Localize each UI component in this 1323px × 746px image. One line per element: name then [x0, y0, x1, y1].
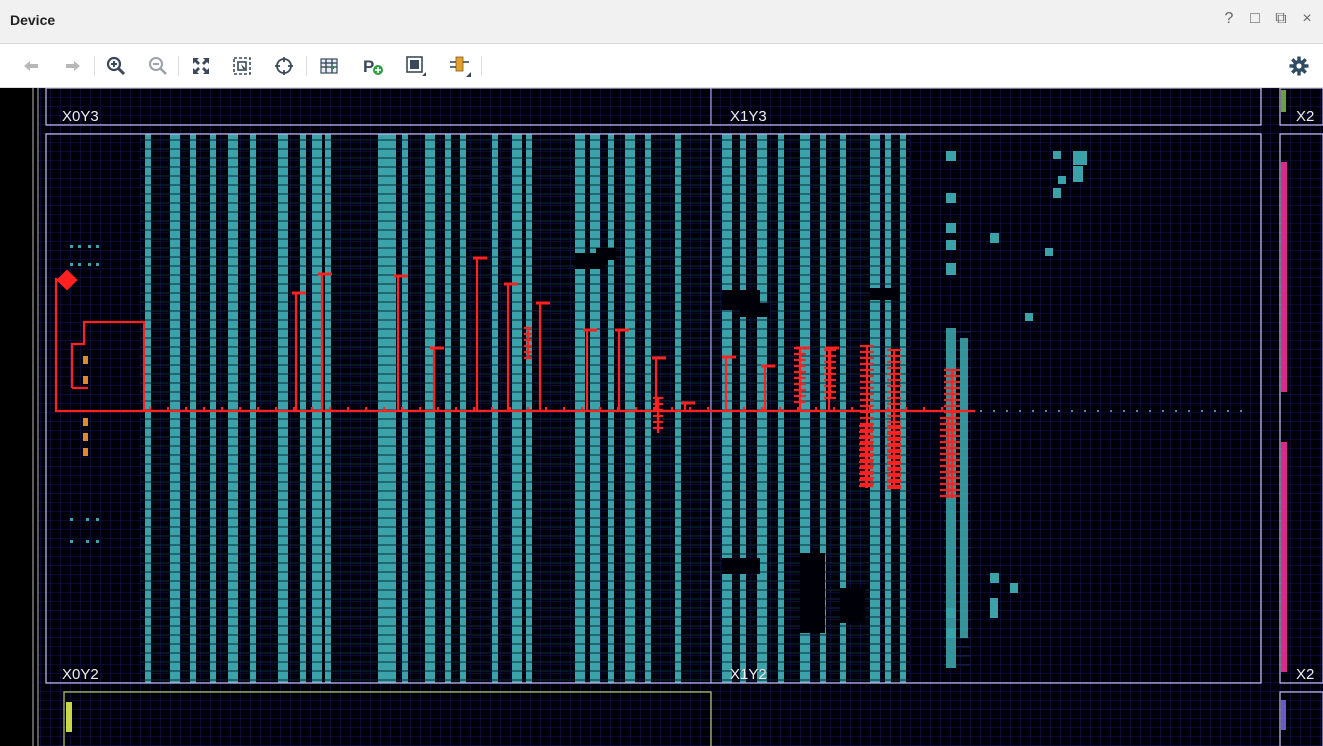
site [1053, 188, 1061, 198]
zoom-in-icon [106, 56, 126, 76]
io-bank-strip [1281, 442, 1287, 672]
site [1058, 176, 1066, 184]
toolbar: P [0, 44, 1323, 88]
site-column [278, 134, 288, 683]
site [990, 233, 999, 243]
forward-arrow-icon [66, 61, 80, 71]
device-canvas[interactable]: X0Y3 X1Y3 X2 X0Y2 X1Y2 X2 [0, 88, 1323, 746]
site-column [378, 134, 396, 683]
gear-icon [1289, 56, 1309, 76]
panel-title: Device [10, 12, 56, 28]
float-button[interactable]: ⧉ [1273, 10, 1289, 28]
site-column [250, 134, 256, 683]
site-column [445, 134, 451, 683]
site [1073, 151, 1087, 165]
toolbar-separator [94, 56, 95, 76]
zoom-fit-button[interactable] [188, 53, 214, 79]
device-view[interactable]: X0Y3 X1Y3 X2 X0Y2 X1Y2 X2 [0, 88, 1323, 746]
site [990, 598, 998, 618]
site-column [170, 134, 180, 683]
site [1073, 166, 1083, 182]
title-bar: Device ? □ ⧉ × [0, 0, 1323, 44]
settings-button[interactable] [1287, 54, 1311, 78]
site-column [228, 134, 238, 683]
forward-button[interactable] [60, 53, 86, 79]
site-column [625, 134, 635, 683]
routing-resources-icon [320, 58, 338, 74]
clock-region-label: X1Y3 [730, 108, 767, 125]
help-button[interactable]: ? [1221, 10, 1237, 28]
site-column [300, 134, 306, 683]
site [946, 263, 956, 275]
site-column [608, 134, 614, 683]
site-column [675, 134, 681, 683]
clock-region-label: X0Y3 [62, 108, 99, 125]
clock-region-label: X1Y2 [730, 666, 767, 683]
clock-region-label: X0Y2 [62, 666, 99, 683]
site [1053, 151, 1061, 159]
clock-region-label: X2 [1296, 666, 1314, 683]
site [990, 573, 999, 583]
site [946, 240, 956, 250]
close-button[interactable]: × [1299, 10, 1315, 28]
site-column [575, 134, 585, 683]
zoom-to-selected-icon [233, 57, 251, 75]
toolbar-separator [306, 56, 307, 76]
site [946, 223, 956, 233]
toolbar-separator [481, 56, 482, 76]
site-column [210, 134, 216, 683]
site-column [460, 134, 466, 683]
site [1045, 248, 1053, 256]
zoom-to-selected-button[interactable] [229, 53, 255, 79]
site-column [590, 134, 600, 683]
back-button[interactable] [18, 53, 44, 79]
site [1010, 583, 1018, 593]
place-io-ports-button[interactable] [447, 53, 473, 79]
routing-resources-button[interactable] [316, 53, 342, 79]
zoom-out-icon [149, 57, 167, 75]
zoom-in-button[interactable] [103, 53, 129, 79]
site-column [190, 134, 196, 683]
site [946, 193, 956, 203]
maximize-button[interactable]: □ [1247, 10, 1263, 28]
clock-region-label: X2 [1296, 108, 1314, 125]
io-bank-strip [1281, 162, 1287, 392]
site-column [512, 134, 522, 683]
create-pblock-button[interactable]: P [360, 53, 386, 79]
svg-text:P: P [363, 57, 374, 76]
auto-fit-selection-button[interactable] [271, 53, 297, 79]
create-pblock-icon: P [363, 57, 383, 76]
zoom-out-button[interactable] [145, 53, 171, 79]
site-column [312, 134, 322, 683]
toolbar-separator [178, 56, 179, 76]
back-arrow-icon [24, 61, 38, 71]
draw-rectangle-button[interactable] [403, 53, 429, 79]
place-io-ports-icon [450, 56, 471, 77]
zoom-fit-icon [193, 58, 209, 74]
window-controls: ? □ ⧉ × [1221, 10, 1315, 28]
auto-fit-selection-icon [275, 57, 293, 75]
draw-rectangle-icon [406, 56, 426, 76]
device-panel: Device ? □ ⧉ × P X0Y3 X1Y3 X2 X0Y2 X1Y2 … [0, 0, 1323, 746]
site [946, 151, 956, 161]
site [1025, 313, 1033, 321]
site-column [645, 134, 651, 683]
site-column [870, 134, 880, 683]
